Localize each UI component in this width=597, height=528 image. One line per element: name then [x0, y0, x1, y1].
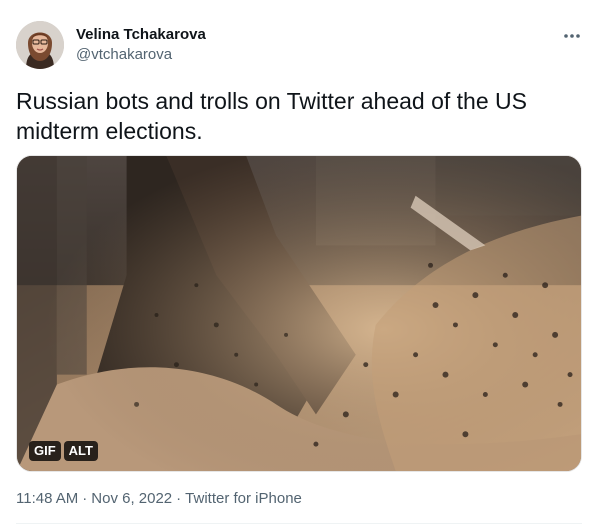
tweet-date[interactable]: Nov 6, 2022: [91, 490, 172, 508]
author-name[interactable]: Velina Tchakarova: [76, 26, 206, 44]
more-dots-icon: [564, 34, 580, 38]
tweet-time[interactable]: 11:48 AM: [16, 490, 78, 508]
divider: [16, 523, 582, 524]
alt-text-badge[interactable]: ALT: [63, 441, 98, 461]
tweet-media-gif[interactable]: GIF ALT: [16, 155, 582, 472]
separator-dot: ·: [176, 490, 182, 507]
gif-badge: GIF: [29, 441, 61, 461]
tweet-text: Russian bots and trolls on Twitter ahead…: [16, 88, 527, 144]
separator-dot: ·: [82, 490, 88, 507]
author-handle[interactable]: @vtchakarova: [76, 46, 172, 64]
avatar[interactable]: [16, 21, 64, 69]
tweet-card: Velina Tchakarova @vtchakarova Russian b…: [0, 0, 597, 528]
more-button[interactable]: [558, 22, 586, 50]
tweet-source[interactable]: Twitter for iPhone: [185, 490, 302, 508]
avatar-photo: [16, 21, 64, 69]
tweet-metadata: 11:48 AM · Nov 6, 2022 · Twitter for iPh…: [16, 490, 302, 508]
media-badges: GIF ALT: [29, 441, 98, 461]
gif-scene-image: [17, 156, 581, 471]
